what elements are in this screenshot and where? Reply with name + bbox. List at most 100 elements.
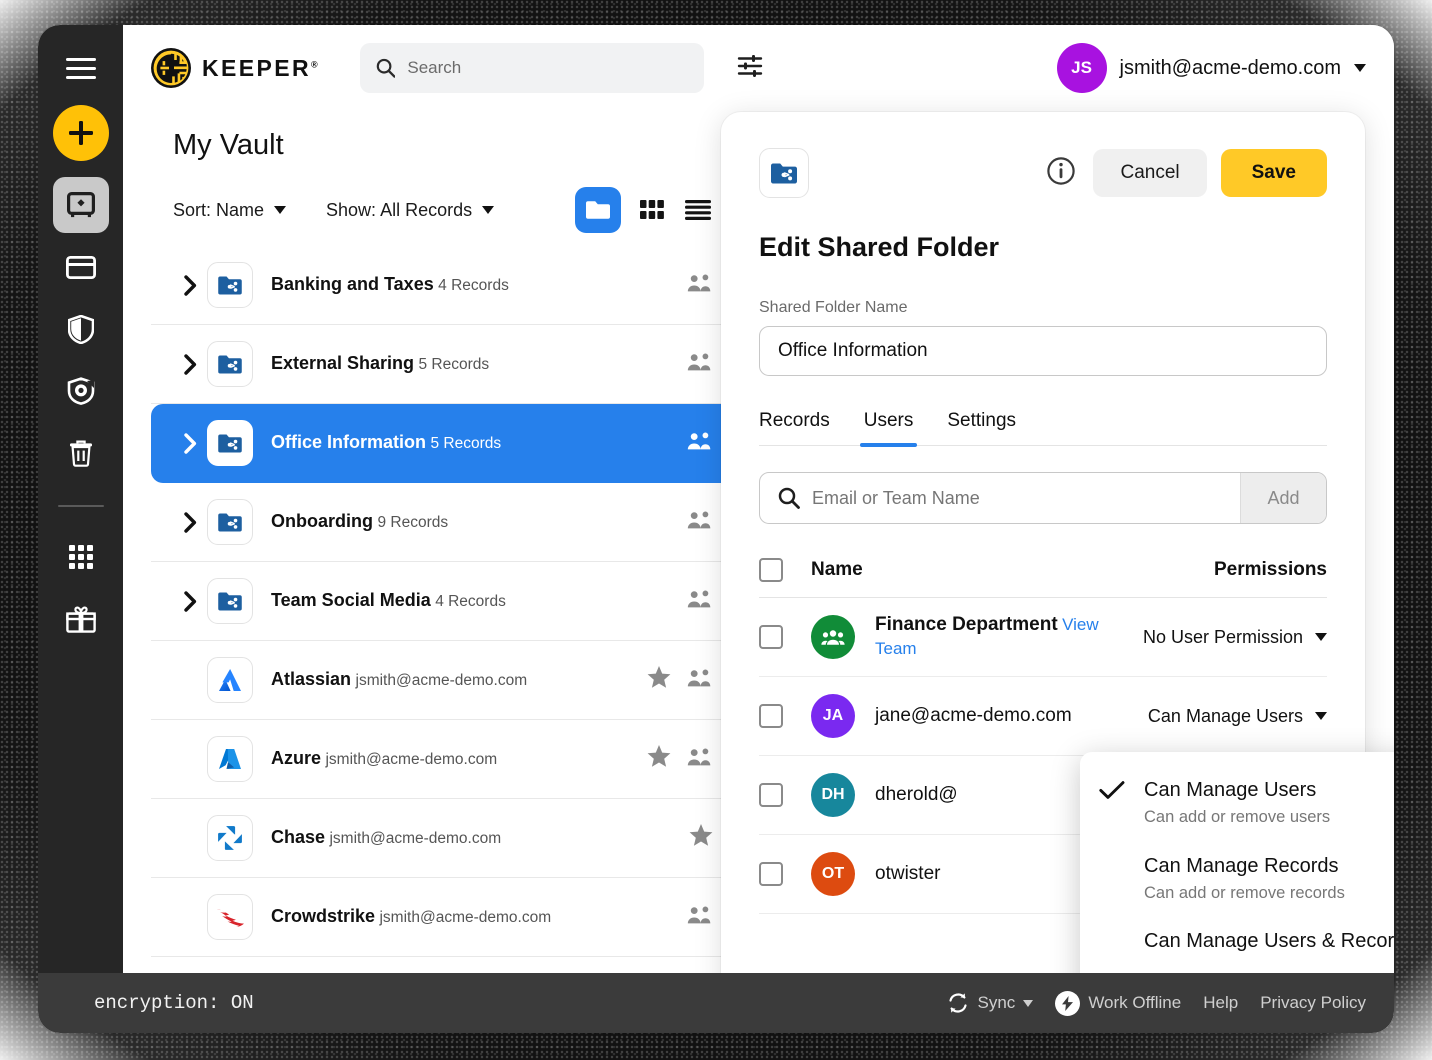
help-link[interactable]: Help bbox=[1203, 993, 1238, 1013]
search-bar[interactable] bbox=[359, 43, 704, 93]
privacy-policy-link[interactable]: Privacy Policy bbox=[1260, 993, 1366, 1013]
chevron-down-icon bbox=[1354, 64, 1366, 72]
atlassian-logo-icon bbox=[207, 657, 253, 703]
shared-users-icon[interactable] bbox=[687, 668, 713, 693]
select-all-checkbox[interactable] bbox=[759, 557, 783, 582]
vault-folder-row[interactable]: External Sharing 5 Records bbox=[151, 325, 735, 404]
permission-dropdown[interactable]: No User Permission bbox=[1143, 627, 1327, 648]
permission-dropdown[interactable]: Can Manage Users bbox=[1148, 706, 1327, 727]
star-icon bbox=[647, 745, 671, 767]
row-text: External Sharing 5 Records bbox=[271, 351, 675, 376]
sidebar-item-deleted-items[interactable] bbox=[53, 425, 109, 481]
panel-title: Edit Shared Folder bbox=[759, 232, 1000, 262]
row-checkbox[interactable] bbox=[759, 704, 783, 728]
sidebar-item-security-audit[interactable] bbox=[53, 301, 109, 357]
vault-record-row[interactable]: Chase jsmith@acme-demo.com bbox=[151, 799, 735, 878]
create-new-button[interactable] bbox=[52, 105, 109, 161]
work-offline-button[interactable]: Work Offline bbox=[1055, 990, 1181, 1016]
row-checkbox[interactable] bbox=[759, 625, 783, 649]
row-title: Atlassian bbox=[271, 669, 352, 690]
save-button[interactable]: Save bbox=[1220, 149, 1327, 197]
row-subtitle: 5 Records bbox=[418, 356, 490, 374]
favorite-star-icon[interactable] bbox=[647, 666, 671, 694]
shared-users-icon[interactable] bbox=[687, 510, 713, 535]
page-title: My Vault bbox=[173, 129, 284, 161]
shared-folder-icon bbox=[207, 341, 253, 387]
hamburger-menu-icon[interactable] bbox=[53, 47, 109, 91]
vault-record-row[interactable]: Atlassian jsmith@acme-demo.com bbox=[151, 641, 735, 720]
permission-label: Can Manage Users bbox=[1147, 705, 1303, 726]
email-or-team-input[interactable] bbox=[812, 473, 1240, 523]
expand-chevron-icon[interactable] bbox=[173, 353, 207, 375]
sidebar-item-apps[interactable] bbox=[53, 529, 109, 585]
folder-view-icon[interactable] bbox=[575, 187, 621, 233]
tab-records[interactable]: Records bbox=[759, 410, 830, 445]
vault-record-row[interactable]: Azure jsmith@acme-demo.com bbox=[151, 720, 735, 799]
row-checkbox[interactable] bbox=[759, 862, 783, 886]
sidebar-item-breachwatch[interactable] bbox=[53, 363, 109, 419]
panel-tabs: Records Users Settings bbox=[759, 410, 1327, 447]
azure-logo-icon bbox=[207, 736, 253, 782]
sidebar-item-vault[interactable] bbox=[52, 177, 109, 233]
cancel-button[interactable]: Cancel bbox=[1093, 149, 1207, 197]
filter-settings-icon[interactable] bbox=[736, 53, 764, 84]
check-icon bbox=[1099, 781, 1125, 799]
account-menu[interactable]: JS jsmith@acme-demo.com bbox=[1056, 43, 1366, 93]
shared-users-icon[interactable] bbox=[687, 431, 713, 456]
vault-folder-row[interactable]: Banking and Taxes 4 Records bbox=[151, 246, 735, 325]
folder-name-input[interactable] bbox=[759, 326, 1327, 376]
shared-users-icon[interactable] bbox=[687, 905, 713, 930]
add-button[interactable]: Add bbox=[1240, 473, 1326, 523]
list-view-icon[interactable] bbox=[683, 195, 713, 225]
expand-chevron-icon[interactable] bbox=[173, 432, 207, 454]
tab-users[interactable]: Users bbox=[859, 410, 917, 447]
sync-button[interactable]: Sync bbox=[946, 991, 1034, 1015]
shared-users-icon[interactable] bbox=[687, 352, 713, 377]
favorite-star-icon[interactable] bbox=[689, 824, 713, 852]
user-name: Finance Department bbox=[875, 613, 1058, 635]
row-subtitle: jsmith@acme-demo.com bbox=[325, 751, 498, 769]
info-icon[interactable] bbox=[1047, 156, 1076, 190]
shared-users-icon[interactable] bbox=[687, 747, 713, 772]
bolt-icon bbox=[1055, 990, 1081, 1016]
row-title: Chase bbox=[271, 827, 326, 848]
row-text: Banking and Taxes 4 Records bbox=[271, 272, 675, 297]
row-checkbox[interactable] bbox=[759, 783, 783, 807]
show-dropdown[interactable]: Show: All Records bbox=[326, 200, 495, 221]
shared-users-icon bbox=[687, 432, 711, 449]
avatar: OT bbox=[811, 852, 855, 896]
menu-item-title: Can Manage Records bbox=[1144, 854, 1339, 877]
expand-chevron-icon[interactable] bbox=[173, 590, 207, 612]
tab-settings[interactable]: Settings bbox=[947, 410, 1016, 445]
row-subtitle: 4 Records bbox=[435, 593, 506, 611]
chevron-down-icon bbox=[1315, 712, 1327, 720]
sidebar-item-refer-a-friend[interactable] bbox=[53, 591, 109, 647]
shared-users-icon bbox=[687, 669, 711, 686]
avatar: JS bbox=[1056, 43, 1107, 93]
user-row[interactable]: Finance Department View Team No User Per… bbox=[759, 598, 1327, 677]
left-nav-rail bbox=[38, 25, 123, 973]
user-row[interactable]: JA jane@acme-demo.com Can Manage Users bbox=[759, 677, 1327, 756]
vault-folder-row[interactable]: Office Information 5 Records bbox=[151, 404, 735, 483]
vault-folder-row[interactable]: Onboarding 9 Records bbox=[151, 483, 735, 562]
grid-view-icon[interactable] bbox=[637, 195, 667, 225]
menu-check-slot bbox=[1080, 928, 1144, 954]
user-name: jane@acme-demo.com bbox=[875, 704, 1072, 726]
search-input[interactable] bbox=[407, 58, 688, 78]
permission-menu-item[interactable]: Can Manage Users & Records bbox=[1080, 917, 1394, 965]
vault-folder-row[interactable]: Team Social Media 4 Records bbox=[151, 562, 735, 641]
row-actions bbox=[689, 824, 713, 852]
sort-dropdown[interactable]: Sort: Name bbox=[173, 200, 287, 221]
avatar bbox=[811, 615, 855, 659]
permission-menu-item[interactable]: Can Manage Records Can add or remove rec… bbox=[1080, 842, 1394, 918]
top-bar: KEEPER® Search JS jsmith@acme-demo.com bbox=[123, 25, 1394, 111]
expand-chevron-icon[interactable] bbox=[173, 274, 207, 296]
sidebar-item-payment-cards[interactable] bbox=[53, 239, 109, 295]
permission-menu-item[interactable]: Can Manage Users Can add or remove users bbox=[1080, 766, 1394, 842]
shared-users-icon[interactable] bbox=[687, 589, 713, 614]
vault-record-row[interactable]: Crowdstrike jsmith@acme-demo.com bbox=[151, 878, 735, 957]
shared-users-icon[interactable] bbox=[687, 273, 713, 298]
column-header-permissions: Permissions bbox=[1214, 558, 1327, 580]
favorite-star-icon[interactable] bbox=[647, 745, 671, 773]
expand-chevron-icon[interactable] bbox=[173, 511, 207, 533]
